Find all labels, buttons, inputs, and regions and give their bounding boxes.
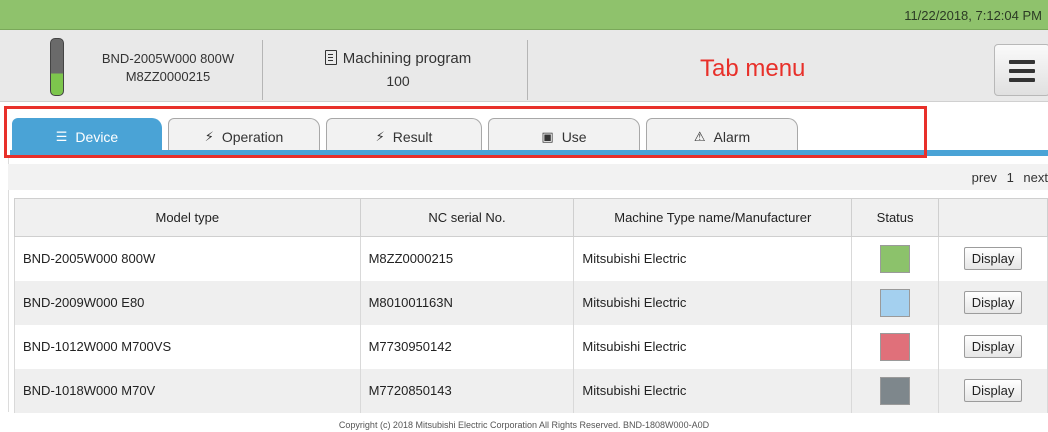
model-type-cell: BND-2005W000 800W	[14, 236, 361, 281]
column-header-action	[938, 198, 1048, 237]
status-indicator	[880, 376, 911, 405]
tab-menu-highlight-box	[4, 106, 927, 158]
manufacturer-cell: Mitsubishi Electric	[573, 324, 853, 369]
status-indicator	[880, 332, 911, 361]
machine-serial: M8ZZ0000215	[125, 69, 211, 84]
status-cell	[851, 368, 940, 413]
display-button[interactable]: Display	[963, 379, 1023, 402]
machine-model: BND-2005W000 800W	[101, 51, 235, 66]
machining-program-info: Machining program 100	[268, 48, 528, 92]
program-label: Machining program	[342, 50, 472, 67]
column-header-model-type: Model type	[14, 198, 361, 237]
action-cell: Display	[938, 280, 1048, 325]
model-type-cell: BND-2009W000 E80	[14, 280, 361, 325]
action-cell: Display	[938, 236, 1048, 281]
program-number: 100	[386, 73, 410, 89]
hamburger-menu-icon-bar	[1009, 78, 1035, 82]
status-cell	[851, 236, 940, 281]
table-row: BND-2005W000 800W M8ZZ0000215 Mitsubishi…	[14, 236, 1048, 281]
document-icon	[324, 50, 337, 65]
table-row: BND-2009W000 E80 M801001163N Mitsubishi …	[14, 280, 1048, 325]
column-header-nc-serial: NC serial No.	[359, 198, 575, 237]
status-indicator	[880, 288, 911, 317]
header-divider	[527, 40, 528, 100]
pagination: prev 1 next	[8, 164, 1048, 190]
display-button[interactable]: Display	[963, 335, 1023, 358]
status-cell	[851, 324, 940, 369]
copyright-footer: Copyright (c) 2018 Mitsubishi Electric C…	[338, 420, 710, 430]
datetime-display: 11/22/2018, 7:12:04 PM	[904, 8, 1042, 23]
status-bar: 11/22/2018, 7:12:04 PM	[0, 0, 1048, 30]
action-cell: Display	[938, 324, 1048, 369]
status-indicator	[880, 244, 911, 273]
table-row: BND-1012W000 M700VS M7730950142 Mitsubis…	[14, 324, 1048, 369]
action-cell: Display	[938, 368, 1048, 413]
manufacturer-cell: Mitsubishi Electric	[573, 236, 853, 281]
page-number[interactable]: 1	[1007, 170, 1014, 185]
table-header-row: Model type NC serial No. Machine Type na…	[14, 198, 1048, 237]
prev-link[interactable]: prev	[972, 170, 997, 185]
status-cell	[851, 280, 940, 325]
next-link[interactable]: next	[1023, 170, 1048, 185]
model-type-cell: BND-1012W000 M700VS	[14, 324, 361, 369]
display-button[interactable]: Display	[963, 247, 1023, 271]
serial-cell: M801001163N	[359, 280, 575, 325]
manufacturer-cell: Mitsubishi Electric	[573, 368, 853, 413]
table-row: BND-1018W000 M70V M7720850143 Mitsubishi…	[14, 368, 1048, 413]
hamburger-menu-button[interactable]	[994, 44, 1048, 96]
display-button[interactable]: Display	[963, 291, 1023, 314]
signal-tower-icon	[50, 38, 64, 96]
column-header-manufacturer: Machine Type name/Manufacturer	[573, 198, 853, 237]
hamburger-menu-icon-bar	[1009, 69, 1035, 73]
device-table: Model type NC serial No. Machine Type na…	[14, 198, 1048, 413]
header-divider	[262, 40, 263, 100]
current-machine-info: BND-2005W000 800W M8ZZ0000215	[78, 50, 258, 86]
serial-cell: M7730950142	[359, 324, 575, 369]
serial-cell: M7720850143	[359, 368, 575, 413]
model-type-cell: BND-1018W000 M70V	[14, 368, 361, 413]
column-header-status: Status	[851, 198, 940, 237]
manufacturer-cell: Mitsubishi Electric	[573, 280, 853, 325]
tab-menu-annotation: Tab menu	[700, 55, 806, 82]
serial-cell: M8ZZ0000215	[359, 236, 575, 281]
hamburger-menu-icon	[1009, 60, 1035, 64]
